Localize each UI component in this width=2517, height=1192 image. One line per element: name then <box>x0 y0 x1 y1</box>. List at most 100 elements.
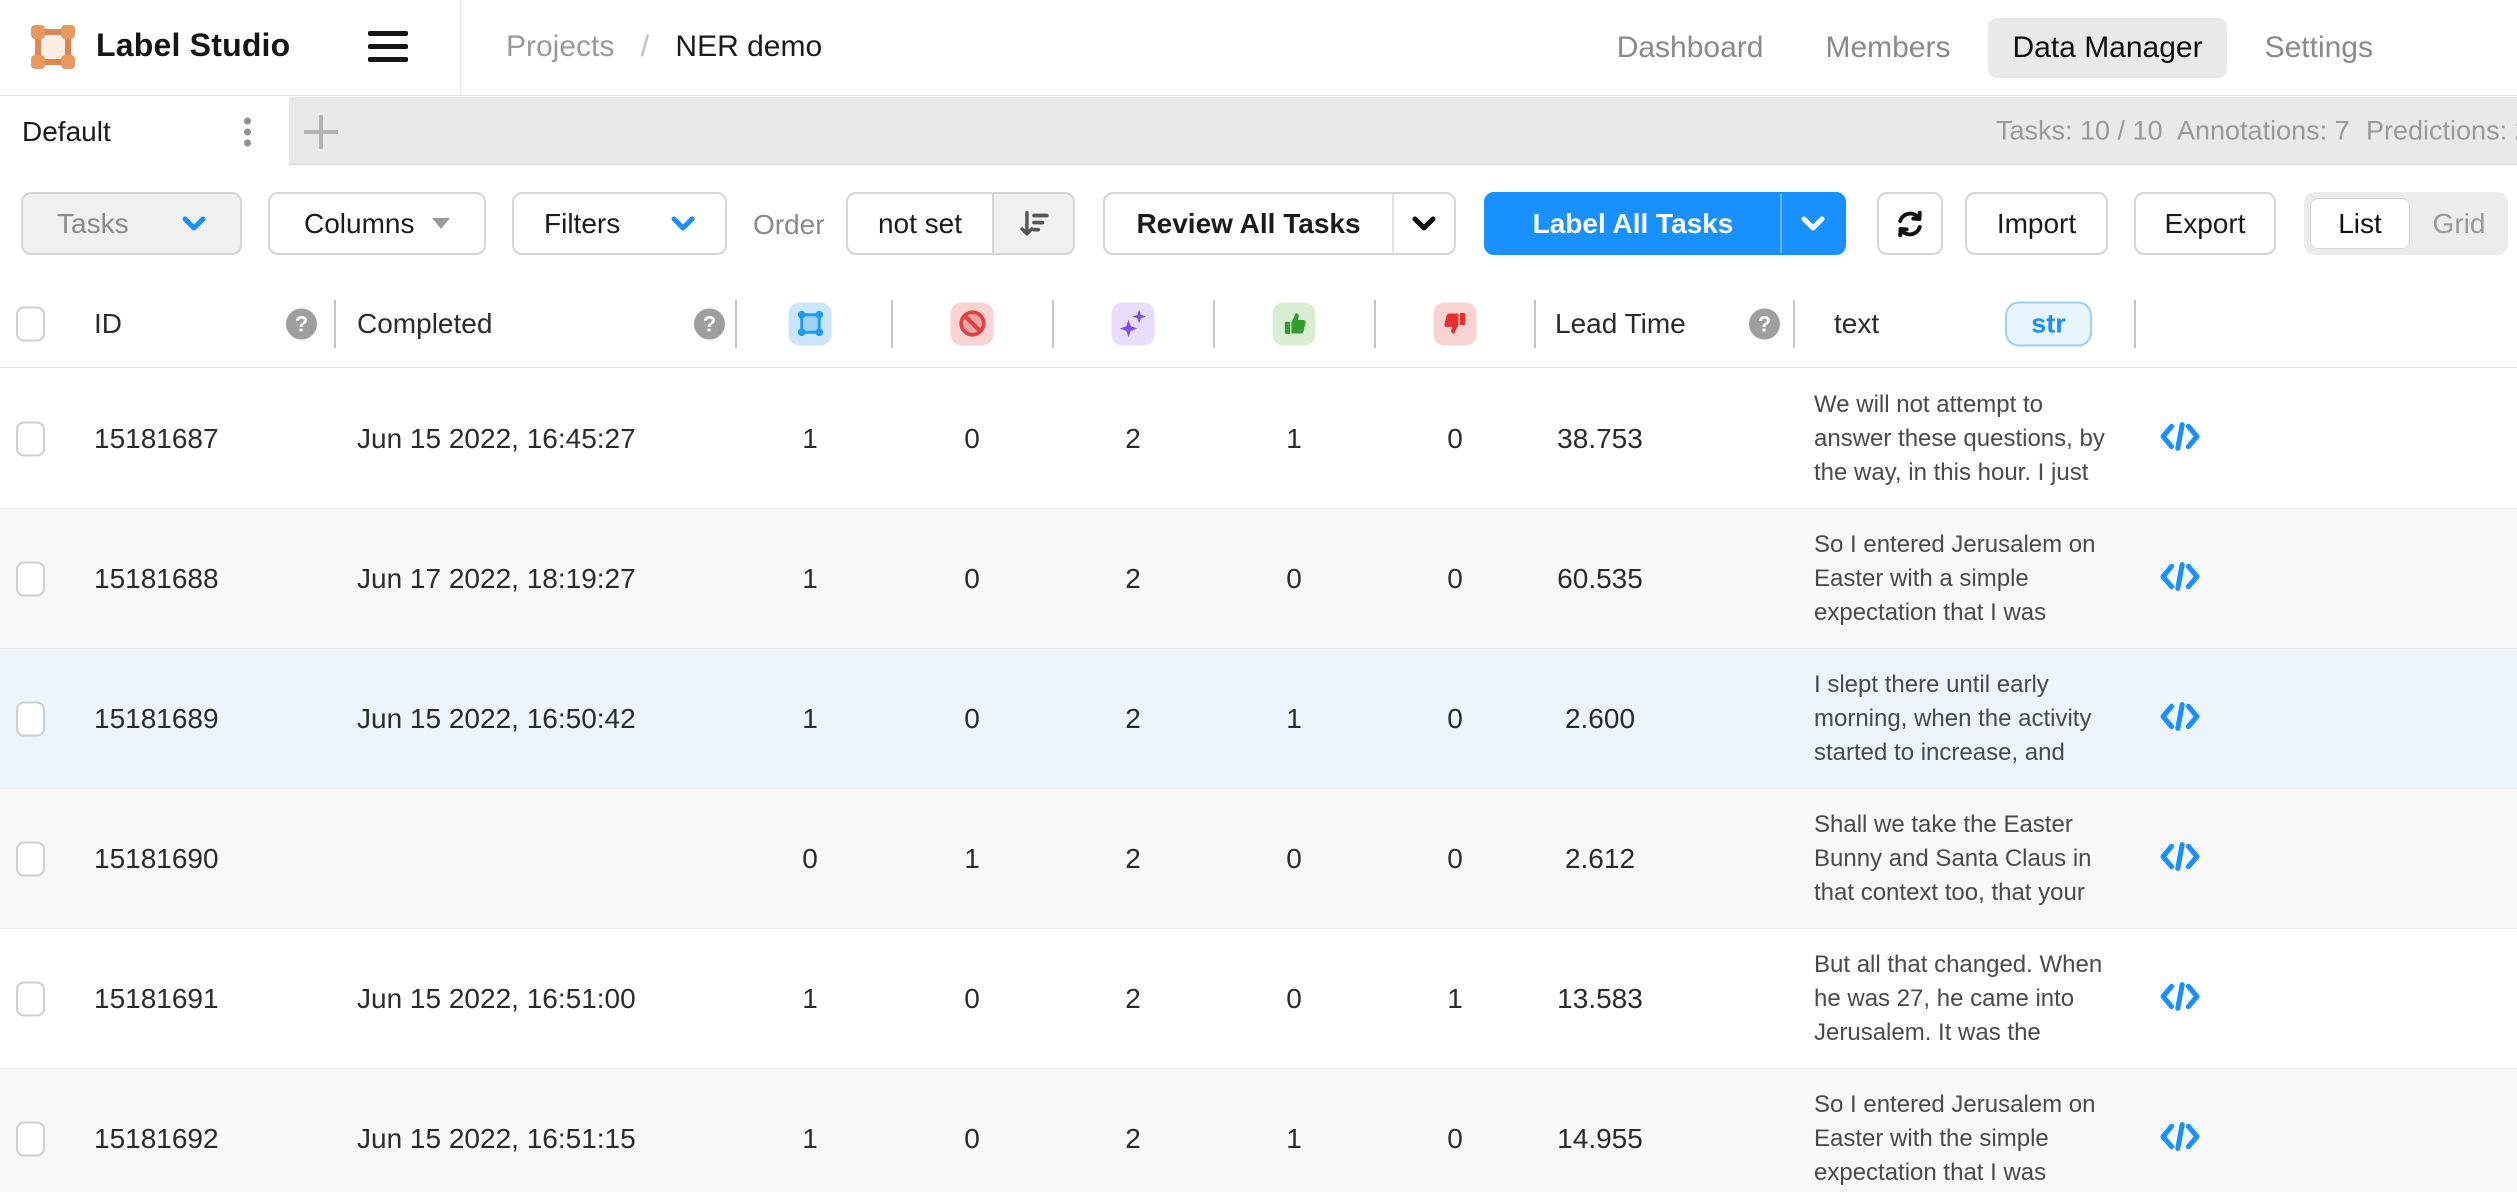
column-divider[interactable] <box>1213 300 1215 348</box>
column-divider[interactable] <box>334 300 336 348</box>
chevron-down-icon <box>1412 216 1436 232</box>
row-checkbox[interactable] <box>16 421 45 456</box>
order-value-button[interactable]: not set <box>846 192 1075 255</box>
refresh-button[interactable] <box>1877 192 1943 255</box>
predictions-counter: Predictions: 20 <box>2366 116 2517 147</box>
cancelled-annotations-icon[interactable] <box>951 302 994 345</box>
accepted-icon[interactable] <box>1273 302 1316 345</box>
cancelled-count-cell: 0 <box>892 983 1052 1015</box>
accepted-count-cell: 0 <box>1214 843 1374 875</box>
lead-time-cell: 13.583 <box>1510 983 1690 1015</box>
table-row[interactable]: 15181687 Jun 15 2022, 16:45:27 1 0 2 1 0… <box>0 369 2517 509</box>
row-checkbox[interactable] <box>16 701 45 736</box>
column-divider[interactable] <box>1534 300 1536 348</box>
order-label: Order <box>753 209 825 241</box>
task-id-cell: 15181692 <box>94 1123 219 1155</box>
breadcrumb: Projects / NER demo <box>506 30 822 64</box>
cancelled-count-cell: 0 <box>892 1123 1052 1155</box>
triangle-down-icon <box>432 218 450 229</box>
columns-dropdown-label: Columns <box>304 208 414 240</box>
filters-dropdown-label: Filters <box>544 208 620 240</box>
table-row[interactable]: 15181689 Jun 15 2022, 16:50:42 1 0 2 1 0… <box>0 649 2517 789</box>
column-header-completed[interactable]: Completed <box>357 308 492 340</box>
cancelled-count-cell: 0 <box>892 563 1052 595</box>
review-dropdown-toggle[interactable] <box>1392 194 1454 253</box>
tasks-dropdown-button[interactable]: Tasks <box>21 192 242 255</box>
view-list-button[interactable]: List <box>2310 198 2410 249</box>
tab-default[interactable]: Default <box>0 97 289 166</box>
breadcrumb-projects[interactable]: Projects <box>506 30 614 63</box>
task-id-cell: 15181690 <box>94 843 219 875</box>
code-icon[interactable] <box>2152 559 2208 598</box>
lead-time-cell: 14.955 <box>1510 1123 1690 1155</box>
chevron-down-icon <box>182 216 206 232</box>
code-icon[interactable] <box>2152 419 2208 458</box>
row-checkbox[interactable] <box>16 841 45 876</box>
help-icon[interactable]: ? <box>1749 308 1780 339</box>
column-type-badge[interactable]: str <box>2005 301 2092 346</box>
annotations-count-cell: 0 <box>730 843 890 875</box>
code-icon[interactable] <box>2152 1119 2208 1158</box>
select-all-checkbox[interactable] <box>16 306 45 341</box>
cancelled-count-cell: 1 <box>892 843 1052 875</box>
code-icon[interactable] <box>2152 839 2208 878</box>
annotations-count-cell: 1 <box>730 703 890 735</box>
predictions-count-cell: 2 <box>1053 423 1213 455</box>
order-value: not set <box>848 208 992 240</box>
label-all-tasks-button[interactable]: Label All Tasks <box>1484 192 1846 255</box>
column-divider[interactable] <box>891 300 893 348</box>
columns-dropdown-button[interactable]: Columns <box>268 192 486 255</box>
help-icon[interactable]: ? <box>694 308 725 339</box>
import-button[interactable]: Import <box>1965 192 2108 255</box>
annotations-count-cell: 1 <box>730 423 890 455</box>
nav-settings[interactable]: Settings <box>2241 18 2397 78</box>
annotations-count-icon[interactable] <box>789 302 832 345</box>
export-button[interactable]: Export <box>2134 192 2276 255</box>
nav-data-manager[interactable]: Data Manager <box>1988 18 2226 78</box>
column-divider[interactable] <box>2134 300 2136 348</box>
table-row[interactable]: 15181690 0 1 2 0 0 2.612 Shall we take t… <box>0 789 2517 929</box>
lead-time-cell: 2.612 <box>1510 843 1690 875</box>
table-row[interactable]: 15181692 Jun 15 2022, 16:51:15 1 0 2 1 0… <box>0 1069 2517 1192</box>
predictions-count-cell: 2 <box>1053 983 1213 1015</box>
column-divider[interactable] <box>1052 300 1054 348</box>
column-header-lead-time[interactable]: Lead Time <box>1555 308 1686 340</box>
refresh-icon <box>1892 206 1928 242</box>
table-row[interactable]: 15181691 Jun 15 2022, 16:51:00 1 0 2 0 1… <box>0 929 2517 1069</box>
row-checkbox[interactable] <box>16 1121 45 1156</box>
nav-dashboard[interactable]: Dashboard <box>1593 18 1788 78</box>
lead-time-cell: 2.600 <box>1510 703 1690 735</box>
breadcrumb-current-project: NER demo <box>675 30 822 63</box>
column-divider[interactable] <box>1793 300 1795 348</box>
review-all-tasks-button[interactable]: Review All Tasks <box>1103 192 1456 255</box>
view-grid-button[interactable]: Grid <box>2410 208 2508 240</box>
app-header: Label Studio Projects / NER demo Dashboa… <box>0 0 2517 96</box>
completed-date-cell: Jun 15 2022, 16:45:27 <box>357 423 636 455</box>
add-view-plus-icon[interactable] <box>304 115 338 149</box>
filters-dropdown-button[interactable]: Filters <box>512 192 727 255</box>
annotations-counter: Annotations: 7 <box>2177 116 2350 147</box>
label-all-dropdown-toggle[interactable] <box>1780 194 1844 253</box>
column-header-id[interactable]: ID <box>94 308 122 340</box>
column-header-text[interactable]: text <box>1834 308 1879 340</box>
text-snippet-cell: But all that changed. When he was 27, he… <box>1814 948 2116 1050</box>
row-checkbox[interactable] <box>16 981 45 1016</box>
tasks-counter: Tasks: 10 / 10 <box>1996 116 2163 147</box>
column-divider[interactable] <box>1374 300 1376 348</box>
annotations-count-cell: 1 <box>730 563 890 595</box>
code-icon[interactable] <box>2152 699 2208 738</box>
nav-members[interactable]: Members <box>1801 18 1974 78</box>
code-icon[interactable] <box>2152 979 2208 1018</box>
tab-options-kebab-icon[interactable] <box>244 113 252 150</box>
help-icon[interactable]: ? <box>286 308 317 339</box>
annotations-count-cell: 1 <box>730 983 890 1015</box>
column-divider[interactable] <box>735 300 737 348</box>
rejected-icon[interactable] <box>1434 302 1477 345</box>
menu-hamburger-icon[interactable] <box>368 31 408 70</box>
predictions-icon[interactable] <box>1112 302 1155 345</box>
table-row[interactable]: 15181688 Jun 17 2022, 18:19:27 1 0 2 0 0… <box>0 509 2517 649</box>
sort-direction-segment[interactable] <box>992 194 1073 253</box>
row-checkbox[interactable] <box>16 561 45 596</box>
accepted-count-cell: 0 <box>1214 983 1374 1015</box>
label-studio-logo-icon[interactable] <box>30 24 76 70</box>
